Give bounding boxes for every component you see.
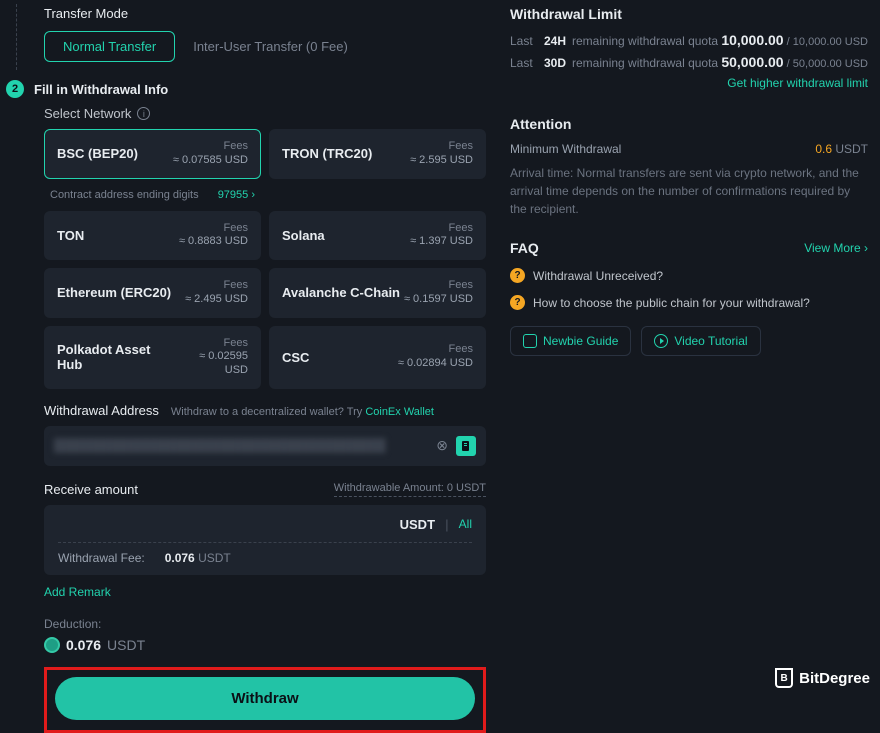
select-network-label: Select Network [44,106,131,121]
address-book-icon[interactable] [456,436,476,456]
network-card[interactable]: TRON (TRC20) Fees≈ 2.595 USD [269,129,486,179]
network-fee-value: ≈ 2.495 USD [185,293,248,307]
withdraw-highlight-box: Withdraw [44,667,486,733]
shield-icon: B [775,668,793,688]
network-grid: BSC (BEP20)Fees≈ 0.07585 USDTRON (TRC20)… [44,129,486,389]
contract-label: Contract address ending digits [50,189,199,201]
network-name: Polkadot Asset Hub [57,342,175,372]
tab-normal-transfer[interactable]: Normal Transfer [44,31,175,62]
network-fee-value: ≈ 0.07585 USD [173,154,248,168]
network-card[interactable]: Solana Fees≈ 1.397 USD [269,211,486,261]
fees-label: Fees [410,222,473,236]
faq-view-more-link[interactable]: View More › [804,241,868,255]
network-card[interactable]: Avalanche C-Chain Fees≈ 0.1597 USD [269,268,486,318]
deduction-value: 0.076 [66,637,101,653]
withdrawal-address-label: Withdrawal Address [44,403,159,418]
fees-label: Fees [410,140,473,154]
fees-label: Fees [173,140,248,154]
withdrawal-address-input[interactable] [54,438,428,453]
network-fee-value: ≈ 0.8883 USD [179,235,248,249]
faq-title: FAQ [510,240,539,256]
receive-amount-label: Receive amount [44,482,138,497]
step-title: Fill in Withdrawal Info [34,82,168,97]
minimum-withdrawal-value: 0.6 [815,142,832,156]
clear-address-icon[interactable]: ⊗ [436,437,448,454]
contract-digits-link[interactable]: 97955 › [218,189,255,201]
withdraw-button[interactable]: Withdraw [55,677,475,720]
attention-title: Attention [510,116,868,132]
tab-inter-user-transfer[interactable]: Inter-User Transfer (0 Fee) [175,32,366,61]
network-name: TON [57,228,84,243]
receive-all-button[interactable]: All [459,517,472,531]
video-tutorial-button[interactable]: Video Tutorial [641,326,760,356]
attention-description: Arrival time: Normal transfers are sent … [510,164,868,218]
get-higher-limit-link[interactable]: Get higher withdrawal limit [510,76,868,90]
question-icon: ? [510,295,525,310]
minimum-withdrawal-label: Minimum Withdrawal [510,142,621,156]
faq-item[interactable]: ?Withdrawal Unreceived? [510,268,868,283]
fees-label: Fees [179,222,248,236]
network-card[interactable]: BSC (BEP20) Fees≈ 0.07585 USD [44,129,261,179]
fees-label: Fees [175,337,248,351]
withdrawal-fee-label: Withdrawal Fee: [58,551,145,565]
network-card[interactable]: Ethereum (ERC20) Fees≈ 2.495 USD [44,268,261,318]
add-remark-link[interactable]: Add Remark [44,585,486,599]
info-icon[interactable]: i [137,107,150,120]
address-hint: Withdraw to a decentralized wallet? Try … [171,406,434,418]
separator: | [445,517,449,532]
network-card[interactable]: CSC Fees≈ 0.02894 USD [269,326,486,389]
network-fee-value: ≈ 2.595 USD [410,154,473,168]
deduction-unit: USDT [107,637,145,653]
network-name: TRON (TRC20) [282,146,372,161]
network-fee-value: ≈ 0.1597 USD [404,293,473,307]
network-name: CSC [282,350,309,365]
fees-label: Fees [398,343,473,357]
network-name: Avalanche C-Chain [282,285,400,300]
network-name: Solana [282,228,325,243]
contract-address-row: Contract address ending digits 97955 › [44,187,261,203]
receive-amount-box: USDT | All Withdrawal Fee: 0.076 USDT [44,505,486,575]
withdrawable-amount-link[interactable]: Withdrawable Amount: 0 USDT [334,482,486,497]
limit-row-24h: Last 24H remaining withdrawal quota 10,0… [510,32,868,48]
faq-item[interactable]: ?How to choose the public chain for your… [510,295,868,310]
network-fee-value: ≈ 0.02595 USD [175,350,248,378]
withdrawal-fee-value: 0.076 [165,551,195,565]
address-input-box: ⊗ [44,426,486,466]
step-number-badge: 2 [6,80,24,98]
newbie-guide-button[interactable]: Newbie Guide [510,326,631,356]
withdrawal-fee-unit: USDT [198,551,231,565]
question-icon: ? [510,268,525,283]
play-icon [654,334,668,348]
guide-icon [523,334,537,348]
network-name: Ethereum (ERC20) [57,285,171,300]
coinex-wallet-link[interactable]: CoinEx Wallet [365,406,434,418]
network-fee-value: ≈ 0.02894 USD [398,357,473,371]
network-name: BSC (BEP20) [57,146,138,161]
network-fee-value: ≈ 1.397 USD [410,235,473,249]
coin-icon [44,637,60,653]
fees-label: Fees [185,279,248,293]
deduction-label: Deduction: [44,617,486,631]
limit-row-30d: Last 30D remaining withdrawal quota 50,0… [510,54,868,70]
receive-currency: USDT [400,517,435,532]
bitdegree-watermark: B BitDegree [775,668,870,688]
network-card[interactable]: Polkadot Asset HubFees≈ 0.02595 USD [44,326,261,389]
fees-label: Fees [404,279,473,293]
network-card[interactable]: TON Fees≈ 0.8883 USD [44,211,261,261]
minimum-withdrawal-unit: USDT [832,142,868,156]
withdrawal-limit-title: Withdrawal Limit [510,6,868,22]
transfer-mode-label: Transfer Mode [44,6,486,21]
